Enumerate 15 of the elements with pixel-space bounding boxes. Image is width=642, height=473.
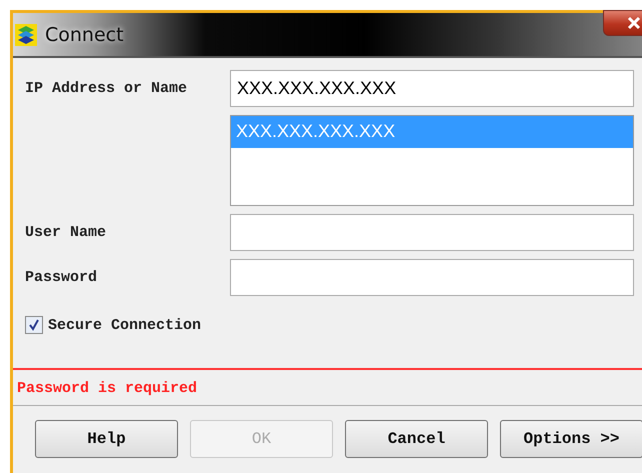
error-message: Password is required <box>17 380 198 399</box>
dialog-button[interactable]: Help <box>35 420 178 458</box>
app-logo-icon <box>15 24 37 46</box>
window-title: Connect <box>45 24 124 46</box>
dialog-button[interactable]: Options >> <box>500 420 642 458</box>
field-label: IP Address or Name <box>25 79 188 97</box>
close-icon <box>627 16 641 30</box>
field-label: Password <box>25 268 98 286</box>
user-name-field[interactable] <box>230 214 634 251</box>
ip-address-field[interactable]: XXX.XXX.XXX.XXX <box>230 70 634 107</box>
checkbox-label: Secure Connection <box>48 316 202 334</box>
dialog-button[interactable]: Cancel <box>345 420 488 458</box>
checkbox[interactable] <box>25 316 43 334</box>
field-label: User Name <box>25 223 108 241</box>
password-field[interactable] <box>230 259 634 296</box>
